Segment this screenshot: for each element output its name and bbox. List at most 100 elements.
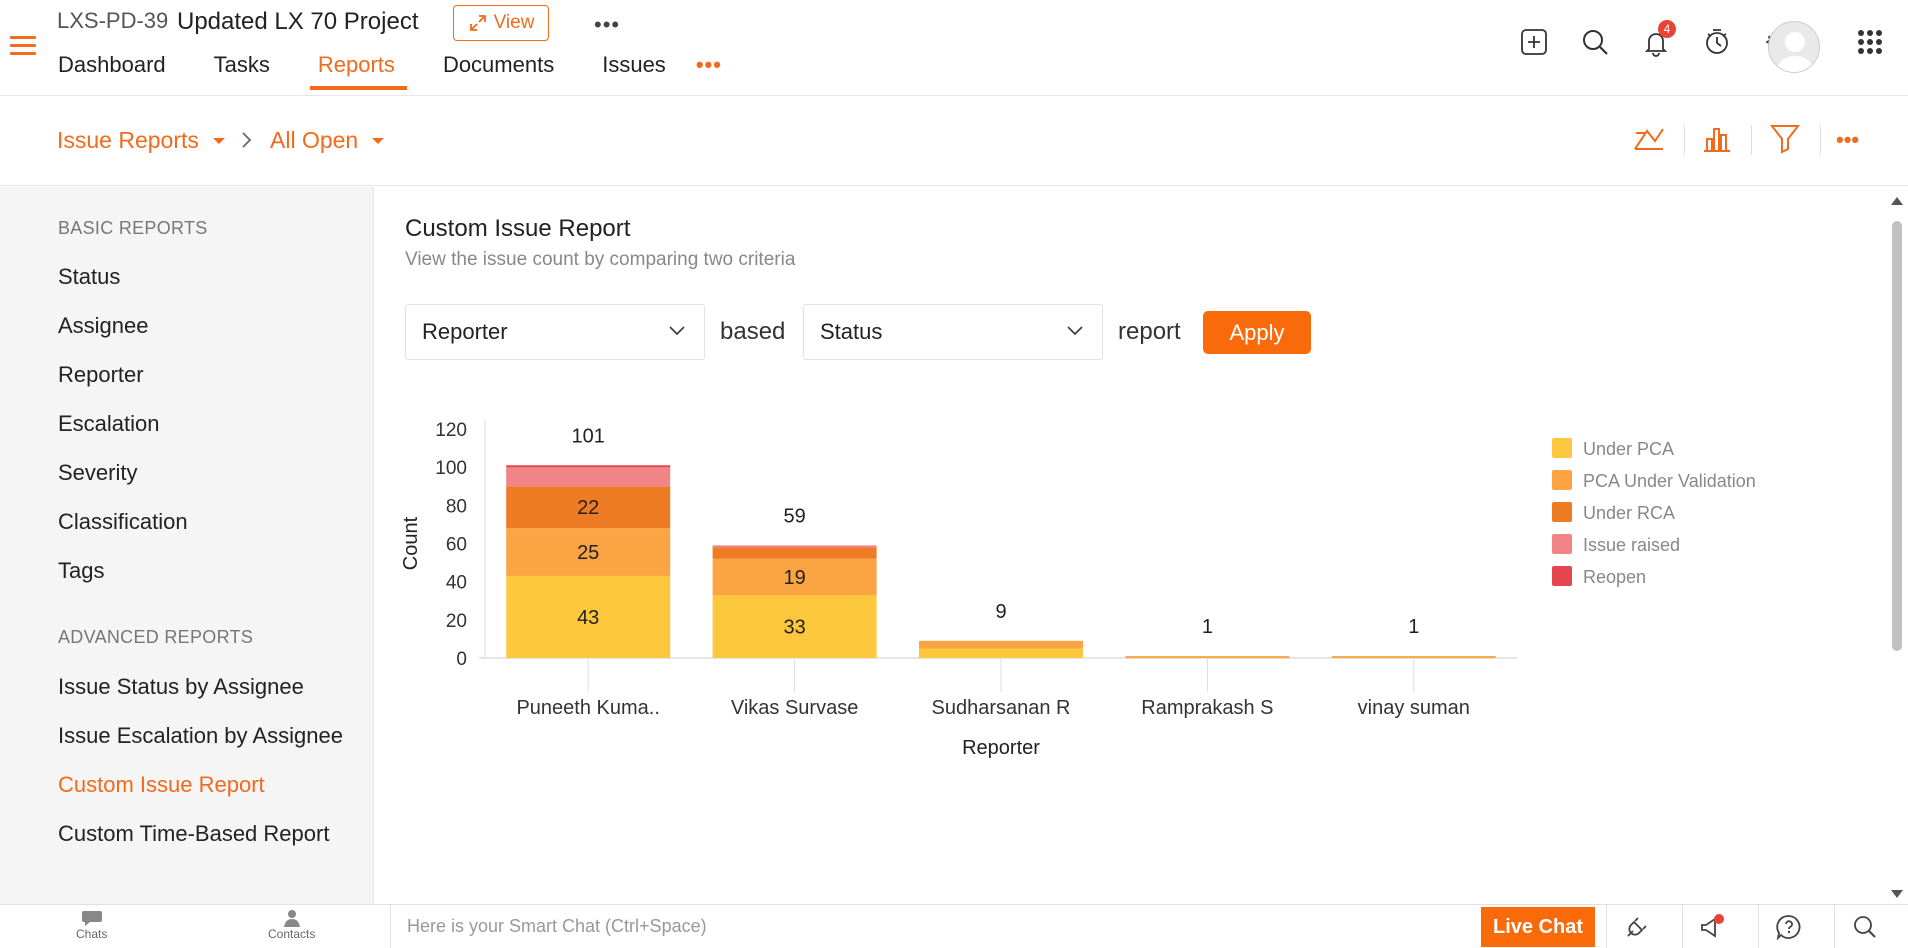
view-button[interactable]: View (453, 5, 549, 41)
bar-segment (919, 640, 1083, 649)
tabs-more-icon[interactable]: ••• (696, 52, 722, 88)
legend-label: PCA Under Validation (1583, 471, 1756, 491)
scroll-thumb[interactable] (1892, 221, 1902, 651)
expand-arrows-icon (469, 15, 486, 31)
issue-reports-dropdown[interactable]: Issue Reports (57, 127, 225, 154)
criteria1-select[interactable]: Reporter (405, 304, 705, 360)
bar-segment (1125, 656, 1290, 659)
sidebar-item-tags[interactable]: Tags (58, 558, 104, 584)
contacts-label: Contacts (268, 927, 316, 941)
chat-bubble-icon (81, 911, 102, 926)
toolbar-divider (1820, 125, 1821, 155)
criteria1-value: Reporter (422, 319, 508, 344)
segment-data-label: 33 (783, 617, 805, 639)
bar-chart-icon[interactable] (1700, 121, 1734, 160)
y-tick-label: 20 (446, 611, 467, 632)
live-chat-button[interactable]: Live Chat (1481, 907, 1595, 947)
y-tick-label: 80 (446, 496, 467, 517)
legend-swatch (1552, 502, 1572, 522)
bar-segment (919, 648, 1083, 658)
add-icon[interactable] (1514, 22, 1554, 62)
sidebar-item-escalation[interactable]: Escalation (58, 411, 160, 437)
smart-chat-input[interactable]: Here is your Smart Chat (Ctrl+Space) (390, 905, 1480, 948)
bar-total-label: 1 (1408, 616, 1419, 638)
contacts-button[interactable]: Contacts (268, 909, 315, 941)
breadcrumb-chevron-icon (242, 132, 252, 148)
sidebar-item-classification[interactable]: Classification (58, 509, 188, 535)
project-more-icon[interactable]: ••• (594, 12, 620, 38)
x-axis-label: Reporter (962, 737, 1040, 759)
chats-button[interactable]: Chats (76, 909, 107, 941)
stacked-bar-chart: 0 20 40 60 80 100 120 Count 43 25 22 101 Puneeth Kum… (400, 419, 1756, 759)
segment-data-label: 22 (577, 497, 599, 519)
y-tick-label: 0 (456, 649, 467, 670)
bar-total-label: 9 (995, 601, 1006, 623)
tab-tasks[interactable]: Tasks (214, 52, 270, 88)
more-options-icon[interactable]: ••• (1836, 127, 1859, 153)
advanced-reports-heading: ADVANCED REPORTS (58, 627, 254, 647)
segment-data-label: 19 (783, 567, 805, 589)
basic-reports-heading: BASIC REPORTS (58, 218, 208, 238)
y-tick-label: 60 (446, 535, 467, 556)
sidebar-item-issue-escalation-by-assignee[interactable]: Issue Escalation by Assignee (58, 723, 343, 749)
legend-swatch (1552, 534, 1572, 554)
caret-down-icon (212, 137, 225, 144)
bar-total-label: 101 (572, 425, 605, 447)
timer-icon[interactable] (1697, 22, 1737, 62)
legend-label: Issue raised (1583, 535, 1680, 555)
notification-bell-icon[interactable]: 4 (1636, 20, 1676, 62)
chevron-down-icon (1067, 326, 1083, 336)
hamburger-menu-icon[interactable] (10, 36, 36, 58)
project-name[interactable]: Updated LX 70 Project (177, 8, 419, 36)
segment-data-label: 43 (577, 607, 599, 629)
tab-dashboard[interactable]: Dashboard (58, 52, 166, 88)
sidebar-item-issue-status-by-assignee[interactable]: Issue Status by Assignee (58, 674, 304, 700)
chart-type-icon[interactable] (1632, 121, 1666, 160)
notification-count-badge: 4 (1658, 20, 1676, 38)
criteria2-select[interactable]: Status (803, 304, 1103, 360)
user-avatar[interactable] (1768, 21, 1820, 73)
legend-swatch (1552, 566, 1572, 586)
sidebar-item-status[interactable]: Status (58, 264, 120, 290)
tab-documents[interactable]: Documents (443, 52, 554, 88)
sidebar-item-assignee[interactable]: Assignee (58, 313, 149, 339)
criteria2-value: Status (820, 319, 883, 344)
apply-button[interactable]: Apply (1203, 311, 1311, 354)
tab-issues[interactable]: Issues (602, 52, 666, 88)
x-tick-label: Puneeth Kuma.. (516, 697, 659, 719)
x-tick-label: Sudharsanan R (932, 697, 1071, 719)
based-label: based (720, 318, 786, 345)
legend-label: Under PCA (1583, 439, 1674, 459)
bar-segment (712, 545, 877, 548)
bar-segment (1331, 656, 1496, 659)
help-question-icon[interactable] (1758, 905, 1818, 948)
y-tick-label: 120 (435, 420, 467, 441)
plug-icon[interactable] (1606, 905, 1666, 948)
vertical-scrollbar[interactable] (1885, 187, 1908, 904)
sidebar-item-custom-time-based-report[interactable]: Custom Time-Based Report (58, 821, 329, 847)
bar-segment (506, 467, 671, 487)
bar-segment (506, 465, 671, 468)
bar-segment (712, 547, 877, 559)
report-title: Custom Issue Report (405, 215, 631, 242)
bar-total-label: 59 (783, 505, 805, 527)
announcement-megaphone-icon[interactable] (1682, 905, 1742, 948)
app-grid-icon[interactable] (1850, 22, 1890, 62)
bottom-bar: Chats Contacts Here is your Smart Chat (… (0, 904, 1908, 948)
search-assist-icon[interactable] (1834, 905, 1894, 948)
all-open-dropdown[interactable]: All Open (270, 127, 385, 154)
tab-reports[interactable]: Reports (309, 52, 407, 90)
y-tick-label: 100 (435, 458, 467, 479)
legend-label: Under RCA (1583, 503, 1675, 523)
legend-swatch (1552, 470, 1572, 490)
scroll-up-arrow-icon[interactable] (1891, 197, 1903, 205)
sidebar-item-reporter[interactable]: Reporter (58, 362, 144, 388)
search-icon[interactable] (1575, 22, 1615, 62)
report-content: Custom Issue Report View the issue count… (375, 187, 1885, 904)
scroll-down-arrow-icon[interactable] (1891, 890, 1903, 898)
sidebar-item-severity[interactable]: Severity (58, 460, 137, 486)
all-open-label: All Open (270, 127, 359, 153)
toolbar-divider (1751, 125, 1752, 155)
filter-icon[interactable] (1768, 121, 1802, 160)
sidebar-item-custom-issue-report[interactable]: Custom Issue Report (58, 772, 265, 798)
